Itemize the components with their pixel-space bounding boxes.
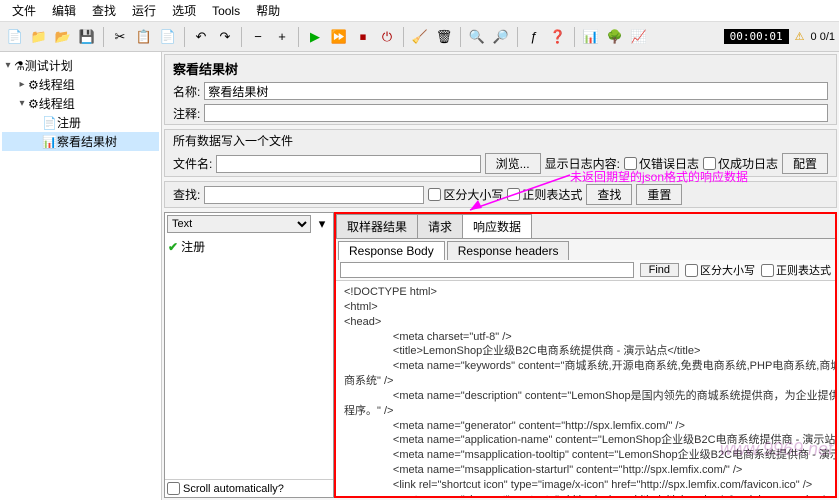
- clear-icon[interactable]: 🧹: [409, 26, 431, 48]
- template-icon[interactable]: 📊: [580, 26, 602, 48]
- renderer-config-icon[interactable]: ▾: [313, 215, 331, 233]
- browse-button[interactable]: 浏览...: [485, 153, 541, 174]
- tree-thread-group-1[interactable]: ▸⚙ 线程组: [2, 75, 159, 94]
- find-button[interactable]: Find: [640, 263, 679, 277]
- filename-input[interactable]: [216, 155, 480, 173]
- templates-icon[interactable]: 📁: [28, 26, 50, 48]
- file-section-header: 所有数据写入一个文件: [165, 130, 836, 151]
- reset-button[interactable]: 重置: [636, 184, 682, 205]
- regex-checkbox[interactable]: 正则表达式: [507, 186, 582, 203]
- menubar: 文件 编辑 查找 运行 选项 Tools 帮助: [0, 0, 839, 22]
- name-input[interactable]: [204, 82, 828, 100]
- find-case-checkbox[interactable]: 区分大小写: [685, 262, 755, 278]
- stop-icon[interactable]: ⏹: [352, 26, 374, 48]
- tree-thread-group-2[interactable]: ▾⚙ 线程组: [2, 94, 159, 113]
- name-label: 名称:: [173, 83, 200, 100]
- tab-response-data[interactable]: 响应数据: [462, 214, 532, 238]
- log-display-label: 显示日志内容:: [545, 155, 620, 172]
- test-plan-tree[interactable]: ▾⚗ 测试计划 ▸⚙ 线程组 ▾⚙ 线程组 📄 注册 📊 察看结果树: [0, 52, 162, 500]
- paste-icon[interactable]: 📄: [157, 26, 179, 48]
- comment-label: 注释:: [173, 105, 200, 122]
- search-button[interactable]: 查找: [586, 184, 632, 205]
- save-icon[interactable]: 💾: [76, 26, 98, 48]
- only-success-checkbox[interactable]: 仅成功日志: [703, 155, 778, 172]
- subtab-response-body[interactable]: Response Body: [338, 241, 445, 260]
- filename-label: 文件名:: [173, 155, 212, 172]
- scroll-auto-checkbox[interactable]: Scroll automatically?: [165, 479, 333, 497]
- subtab-response-headers[interactable]: Response headers: [447, 241, 570, 260]
- renderer-select[interactable]: Text: [167, 215, 311, 233]
- function-icon[interactable]: ƒ: [523, 26, 545, 48]
- new-icon[interactable]: 📄: [4, 26, 26, 48]
- redo-icon[interactable]: ↷: [214, 26, 236, 48]
- cut-icon[interactable]: ✂: [109, 26, 131, 48]
- tree-register-sampler[interactable]: 📄 注册: [2, 113, 159, 132]
- thread-counter: 0 0/1: [811, 31, 835, 43]
- separator: [403, 27, 404, 47]
- separator: [517, 27, 518, 47]
- separator: [103, 27, 104, 47]
- response-panel: 取样器结果 请求 响应数据 Response Body Response hea…: [334, 212, 837, 498]
- tree-view-results-tree[interactable]: 📊 察看结果树: [2, 132, 159, 151]
- find-regex-checkbox[interactable]: 正则表达式: [761, 262, 831, 278]
- separator: [184, 27, 185, 47]
- only-error-checkbox[interactable]: 仅错误日志: [624, 155, 699, 172]
- start-notimers-icon[interactable]: ⏩: [328, 26, 350, 48]
- menu-find[interactable]: 查找: [84, 0, 124, 21]
- success-icon: ✔: [168, 240, 178, 254]
- comment-input[interactable]: [204, 104, 828, 122]
- plus-icon[interactable]: +: [271, 26, 293, 48]
- separator: [241, 27, 242, 47]
- toolbar: 📄 📁 📂 💾 ✂ 📋 📄 ↶ ↷ − + ▶ ⏩ ⏹ ⏻ 🧹 🗑 🔍 🔎 ƒ …: [0, 22, 839, 52]
- help-icon[interactable]: ❓: [547, 26, 569, 48]
- search-icon[interactable]: 🔍: [466, 26, 488, 48]
- minus-icon[interactable]: −: [247, 26, 269, 48]
- clear-all-icon[interactable]: 🗑: [433, 26, 455, 48]
- panel-title: 察看结果树: [165, 55, 836, 80]
- shutdown-icon[interactable]: ⏻: [376, 26, 398, 48]
- separator: [574, 27, 575, 47]
- separator: [460, 27, 461, 47]
- tab-request[interactable]: 请求: [417, 214, 463, 238]
- case-sensitive-checkbox[interactable]: 区分大小写: [428, 186, 503, 203]
- report-icon[interactable]: 📈: [628, 26, 650, 48]
- search-input[interactable]: [204, 186, 424, 204]
- reset-search-icon[interactable]: 🔎: [490, 26, 512, 48]
- menu-options[interactable]: 选项: [164, 0, 204, 21]
- tab-sampler-result[interactable]: 取样器结果: [336, 214, 418, 238]
- open-icon[interactable]: 📂: [52, 26, 74, 48]
- tree-icon[interactable]: 🌳: [604, 26, 626, 48]
- find-input[interactable]: [340, 262, 634, 278]
- menu-run[interactable]: 运行: [124, 0, 164, 21]
- copy-icon[interactable]: 📋: [133, 26, 155, 48]
- warning-icon: ⚠: [795, 30, 805, 43]
- search-label: 查找:: [173, 186, 200, 203]
- start-icon[interactable]: ▶: [304, 26, 326, 48]
- timer-display: 00:00:01: [724, 29, 789, 44]
- undo-icon[interactable]: ↶: [190, 26, 212, 48]
- config-button[interactable]: 配置: [782, 153, 828, 174]
- tree-test-plan[interactable]: ▾⚗ 测试计划: [2, 56, 159, 75]
- result-item-register[interactable]: ✔注册: [167, 237, 331, 256]
- menu-edit[interactable]: 编辑: [44, 0, 84, 21]
- menu-tools[interactable]: Tools: [204, 2, 248, 20]
- response-body-text[interactable]: <!DOCTYPE html> <html> <head> <meta char…: [336, 281, 835, 496]
- menu-file[interactable]: 文件: [4, 0, 44, 21]
- separator: [298, 27, 299, 47]
- results-tree[interactable]: ✔注册: [165, 235, 333, 479]
- menu-help[interactable]: 帮助: [248, 0, 288, 21]
